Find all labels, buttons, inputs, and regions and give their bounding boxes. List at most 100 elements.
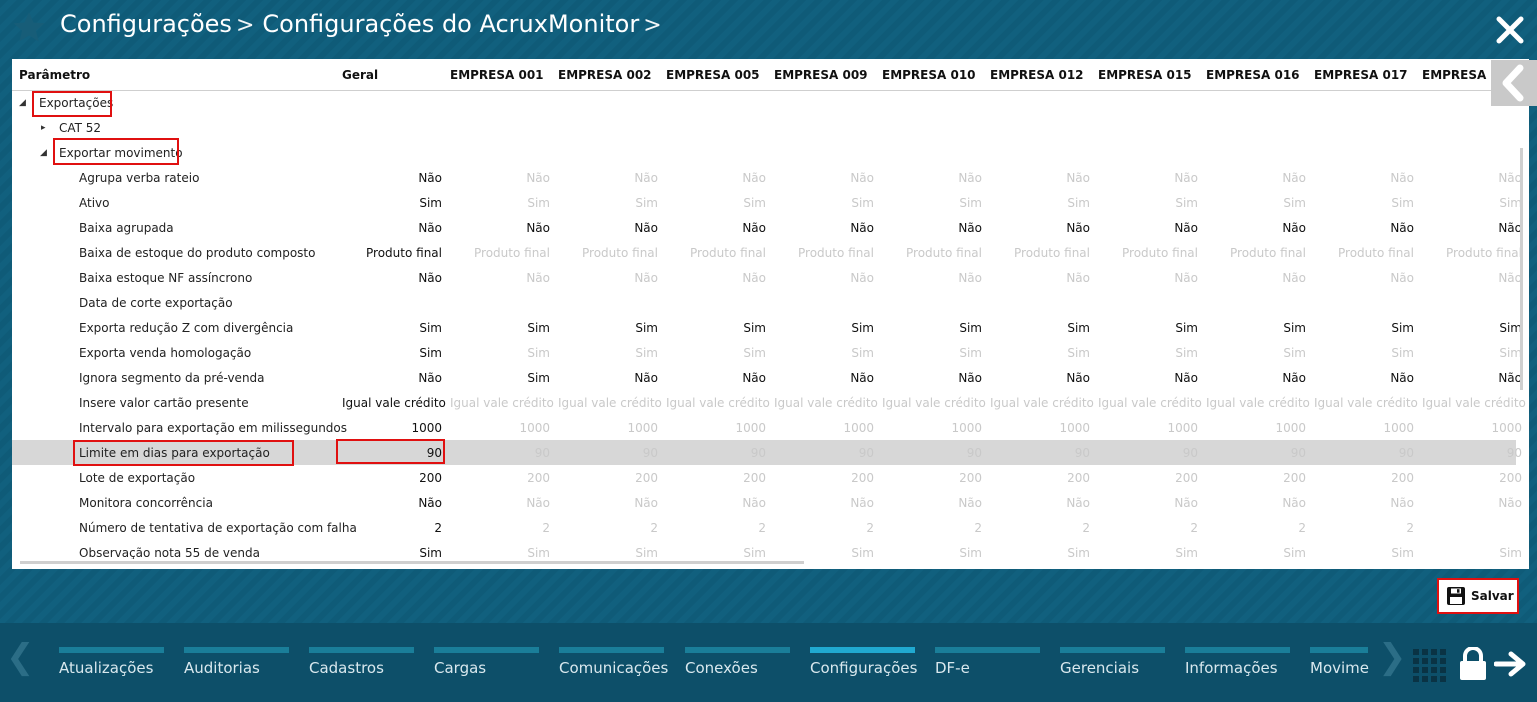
empresa-value[interactable]: Sim xyxy=(450,196,550,210)
empresa-value[interactable]: Não xyxy=(1098,271,1198,285)
empresa-value[interactable]: Não xyxy=(450,271,550,285)
empresa-value[interactable]: Sim xyxy=(558,196,658,210)
empresa-value[interactable]: Não xyxy=(990,496,1090,510)
empresa-value[interactable]: 90 xyxy=(1098,446,1198,460)
empresa-value[interactable]: 90 xyxy=(666,446,766,460)
empresa-value[interactable]: Igual vale crédito xyxy=(1422,396,1526,410)
empresa-value[interactable]: 90 xyxy=(450,446,550,460)
table-row[interactable]: Exporta venda homologação Sim Sim Sim Sim Sim… xyxy=(12,340,1522,365)
empresa-value[interactable]: Não xyxy=(882,496,982,510)
vertical-scroll-thumb[interactable] xyxy=(1520,148,1523,390)
empresa-value[interactable]: Não xyxy=(450,171,550,185)
empresa-value[interactable]: 90 xyxy=(1422,446,1522,460)
empresa-value[interactable]: Não xyxy=(1314,371,1414,385)
empresa-value[interactable]: 2 xyxy=(666,521,766,535)
empresa-value[interactable]: 200 xyxy=(558,471,658,485)
empresa-value[interactable]: Sim xyxy=(1206,321,1306,335)
empresa-value[interactable]: 90 xyxy=(990,446,1090,460)
empresa-value[interactable]: Sim xyxy=(990,196,1090,210)
empresa-value[interactable]: Não xyxy=(1422,271,1522,285)
empresa-value[interactable]: Produto final xyxy=(774,246,874,260)
empresa-value[interactable]: Sim xyxy=(774,321,874,335)
empresa-value[interactable]: Igual vale crédito xyxy=(1314,396,1418,410)
table-row[interactable]: Baixa estoque NF assíncrono Não Não Não Não N… xyxy=(12,265,1522,290)
empresa-value[interactable]: Produto final xyxy=(1206,246,1306,260)
empresa-value[interactable]: 1000 xyxy=(1206,421,1306,435)
empresa-value[interactable]: Igual vale crédito xyxy=(774,396,878,410)
table-row[interactable]: Observação nota 55 de venda Sim Sim Sim Sim S… xyxy=(12,540,1522,559)
horizontal-scrollbar[interactable] xyxy=(16,558,1516,566)
empresa-value[interactable]: Não xyxy=(1314,171,1414,185)
col-parametro[interactable]: Parâmetro xyxy=(19,68,90,82)
geral-value[interactable]: Não xyxy=(342,371,442,385)
empresa-value[interactable]: Produto final xyxy=(882,246,982,260)
empresa-value[interactable]: Produto final xyxy=(666,246,766,260)
empresa-value[interactable]: Sim xyxy=(1314,196,1414,210)
empresa-value[interactable]: Sim xyxy=(450,321,550,335)
table-row[interactable]: Ignora segmento da pré-venda Não Sim Não Não… xyxy=(12,365,1522,390)
empresa-value[interactable]: Sim xyxy=(774,196,874,210)
empresa-value[interactable]: Produto final xyxy=(990,246,1090,260)
empresa-value[interactable]: Não xyxy=(558,371,658,385)
empresa-value[interactable]: Não xyxy=(558,496,658,510)
empresa-value[interactable]: Sim xyxy=(990,346,1090,360)
empresa-value[interactable]: Sim xyxy=(1422,196,1522,210)
col-empresa[interactable]: EMPRESA 002 xyxy=(558,68,652,82)
empresa-value[interactable]: Não xyxy=(666,171,766,185)
empresa-value[interactable]: Não xyxy=(1206,171,1306,185)
empresa-value[interactable]: 2 xyxy=(558,521,658,535)
empresa-value[interactable]: 2 xyxy=(1314,521,1414,535)
empresa-value[interactable]: Sim xyxy=(774,346,874,360)
empresa-value[interactable]: Sim xyxy=(882,196,982,210)
empresa-value[interactable]: 1000 xyxy=(990,421,1090,435)
empresa-value[interactable]: Sim xyxy=(1098,321,1198,335)
empresa-value[interactable]: Não xyxy=(558,271,658,285)
empresa-value[interactable]: 2 xyxy=(774,521,874,535)
empresa-value[interactable]: Sim xyxy=(558,321,658,335)
empresa-value[interactable]: 2 xyxy=(990,521,1090,535)
tree-item-cat52[interactable]: ▸ CAT 52 xyxy=(12,115,1516,140)
table-row[interactable]: Insere valor cartão presente Igual vale c… xyxy=(12,390,1526,415)
empresa-value[interactable]: Sim xyxy=(450,346,550,360)
lock-icon[interactable] xyxy=(1459,647,1487,681)
table-row[interactable]: Número de tentativa de exportação com fa… xyxy=(12,515,1516,540)
empresa-value[interactable]: Não xyxy=(1314,271,1414,285)
empresa-value[interactable]: Igual vale crédito xyxy=(990,396,1094,410)
empresa-value[interactable]: Sim xyxy=(1098,346,1198,360)
empresa-value[interactable]: 2 xyxy=(882,521,982,535)
empresa-value[interactable]: Produto final xyxy=(1422,246,1522,260)
empresa-value[interactable]: Não xyxy=(1098,496,1198,510)
empresa-value[interactable]: Sim xyxy=(1422,321,1522,335)
empresa-value[interactable]: Não xyxy=(1422,221,1522,235)
empresa-value[interactable]: Não xyxy=(1422,371,1522,385)
empresa-value[interactable]: Não xyxy=(774,496,874,510)
empresa-value[interactable]: 200 xyxy=(774,471,874,485)
empresa-value[interactable]: Não xyxy=(1206,371,1306,385)
empresa-value[interactable]: 1000 xyxy=(1314,421,1414,435)
empresa-value[interactable]: Sim xyxy=(666,196,766,210)
empresa-value[interactable]: Igual vale crédito xyxy=(1098,396,1202,410)
nav-next-icon[interactable]: ❯ xyxy=(1378,637,1407,677)
geral-value[interactable]: Produto final xyxy=(342,246,442,260)
table-row[interactable]: Baixa de estoque do produto composto Prod… xyxy=(12,240,1522,265)
empresa-value[interactable]: 2 xyxy=(450,521,550,535)
empresa-value[interactable]: Não xyxy=(1422,496,1522,510)
empresa-value[interactable]: Não xyxy=(882,271,982,285)
empresa-value[interactable]: Sim xyxy=(1314,346,1414,360)
empresa-value[interactable]: Não xyxy=(882,221,982,235)
table-row[interactable]: Exporta redução Z com divergência Sim Sim S… xyxy=(12,315,1522,340)
tree-group-exportacoes[interactable]: ◢ Exportações xyxy=(12,90,1516,115)
horizontal-scroll-thumb[interactable] xyxy=(20,561,804,564)
empresa-value[interactable]: Não xyxy=(1314,496,1414,510)
empresa-value[interactable]: Sim xyxy=(990,321,1090,335)
empresa-value[interactable]: Igual vale crédito xyxy=(558,396,662,410)
empresa-value[interactable]: Não xyxy=(774,271,874,285)
empresa-value[interactable]: Não xyxy=(882,371,982,385)
empresa-value[interactable]: Não xyxy=(666,221,766,235)
col-empresa[interactable]: EMPRESA 015 xyxy=(1098,68,1192,82)
empresa-value[interactable]: Produto final xyxy=(1098,246,1198,260)
empresa-value[interactable]: 200 xyxy=(1098,471,1198,485)
table-row[interactable]: Lote de exportação 200 200 200 200 200 200 200 2… xyxy=(12,465,1522,490)
empresa-value[interactable]: Não xyxy=(1314,221,1414,235)
empresa-value[interactable]: 1000 xyxy=(774,421,874,435)
